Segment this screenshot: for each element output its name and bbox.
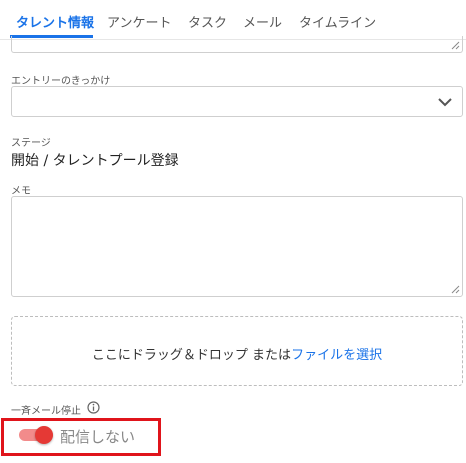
resize-grip-icon[interactable] [451,41,460,50]
tab-mail[interactable]: メール [243,12,282,31]
resize-grip-icon[interactable] [451,285,460,294]
memo-textarea[interactable] [11,196,463,297]
file-dropzone[interactable]: ここにドラッグ＆ドロップ またはファイルを選択 [11,316,463,386]
stage-label: ステージ [11,138,51,149]
chevron-down-icon [438,98,452,107]
tab-talent-info[interactable]: タレント情報 [16,12,94,31]
dropzone-instruction: ここにドラッグ＆ドロップ または [91,348,292,363]
stage-value: 開始 / タレントプール登録 [11,153,179,169]
tab-tasks[interactable]: タスク [188,12,227,31]
select-file-link[interactable]: ファイルを選択 [291,348,382,363]
toggle-label: 配信しない [60,428,136,446]
entry-trigger-label: エントリーのきっかけ [11,76,111,87]
tab-timeline[interactable]: タイムライン [299,12,376,31]
mail-stop-toggle[interactable] [19,426,56,444]
tab-survey[interactable]: アンケート [107,12,171,31]
dropzone-text: ここにドラッグ＆ドロップ またはファイルを選択 [12,344,462,363]
info-icon[interactable] [87,401,100,414]
previous-textarea[interactable] [11,36,463,53]
toggle-knob [35,426,53,444]
tab-bar: タレント情報 アンケート タスク メール タイムライン [0,0,466,40]
entry-trigger-select[interactable] [11,86,463,117]
bulk-mail-stop-label: 一斉メール停止 [11,406,81,417]
memo-label: メモ [11,186,31,197]
